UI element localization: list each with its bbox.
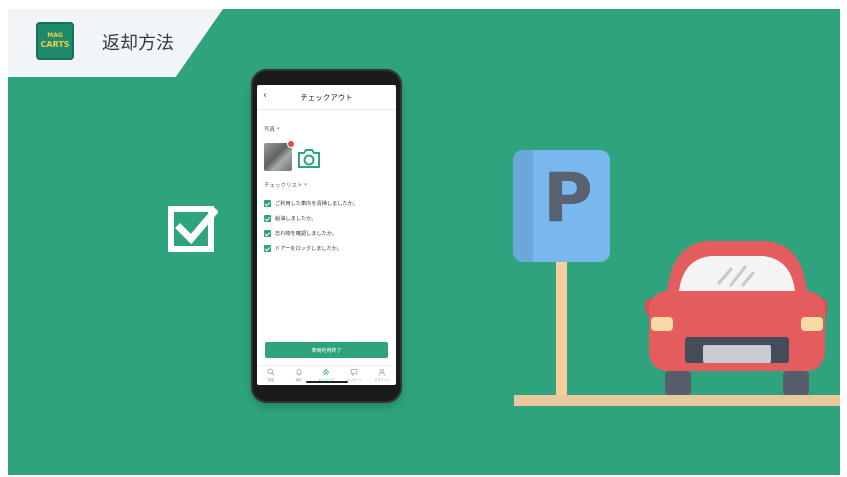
photo-label: 写真 * <box>264 127 280 133</box>
parking-letter: P <box>543 159 593 238</box>
title-panel: MAG CARTS 返却方法 <box>8 9 223 77</box>
parking-sign: P <box>513 150 610 262</box>
checklist-item[interactable]: ドアーをロックしましたか。 <box>264 242 392 255</box>
checklist-item[interactable]: 忘れ物を確認しましたか。 <box>264 227 392 240</box>
phone-mockup: ‹ チェックアウト 写真 * チェックリスト * ご利用した車内を清掃しましたか… <box>251 69 402 403</box>
checklist-item-text: 忘れ物を確認しましたか。 <box>275 231 338 237</box>
logo-top-text: MAG <box>47 32 63 39</box>
checklist-item[interactable]: ご利用した車内を清掃しましたか。 <box>264 197 392 210</box>
checklist-item-text: ご利用した車内を清掃しましたか。 <box>275 201 358 207</box>
bell-icon <box>296 369 302 376</box>
logo-text: CARTS <box>40 40 70 49</box>
tab-search[interactable]: 検索 <box>259 366 283 382</box>
back-chevron-icon[interactable]: ‹ <box>263 90 267 101</box>
checkout-header: ‹ チェックアウト <box>257 85 396 110</box>
account-icon <box>378 368 386 376</box>
carts-logo: MAG CARTS <box>36 22 74 60</box>
car-share-icon <box>323 368 330 376</box>
message-icon <box>351 369 358 376</box>
search-icon <box>267 368 275 376</box>
tab-notifications[interactable]: 通知 <box>287 366 311 382</box>
red-car-illustration <box>645 241 827 395</box>
checklist-label: チェックリスト * <box>264 183 307 189</box>
end-vehicle-use-button[interactable]: 車両利用終了 <box>265 342 388 358</box>
parking-sign-pole <box>556 262 567 395</box>
tab-label: アカウント <box>374 378 391 382</box>
tab-car-share[interactable]: カーシェア <box>314 366 338 382</box>
video-frame: MAG CARTS 返却方法 ‹ チェックアウト 写真 * チェックリスト * <box>8 9 840 475</box>
tab-account[interactable]: アカウント <box>370 366 394 382</box>
checkbox-checked-icon[interactable] <box>264 245 271 252</box>
checkout-title: チェックアウト <box>300 92 353 102</box>
home-indicator <box>306 381 348 383</box>
checklist: ご利用した車内を清掃しましたか。 給油しましたか。 忘れ物を確認しましたか。 ド… <box>264 197 392 257</box>
tab-label: 検索 <box>267 378 275 382</box>
tab-label: メッセージ <box>346 378 363 382</box>
tab-messages[interactable]: メッセージ <box>342 366 366 382</box>
checklist-item-text: 給油しましたか。 <box>275 216 317 222</box>
checkbox-checked-icon[interactable] <box>264 200 271 207</box>
phone-screen: ‹ チェックアウト 写真 * チェックリスト * ご利用した車内を清掃しましたか… <box>257 85 396 385</box>
checklist-item-text: ドアーをロックしましたか。 <box>275 246 343 252</box>
checkbox-checked-icon[interactable] <box>264 230 271 237</box>
camera-icon[interactable] <box>297 147 321 169</box>
checkbox-checked-icon[interactable] <box>264 215 271 222</box>
page-title: 返却方法 <box>102 33 174 54</box>
big-checkbox-icon <box>168 206 218 252</box>
checklist-item[interactable]: 給油しましたか。 <box>264 212 392 225</box>
remove-photo-icon[interactable] <box>287 140 295 148</box>
tab-label: 通知 <box>295 378 302 382</box>
